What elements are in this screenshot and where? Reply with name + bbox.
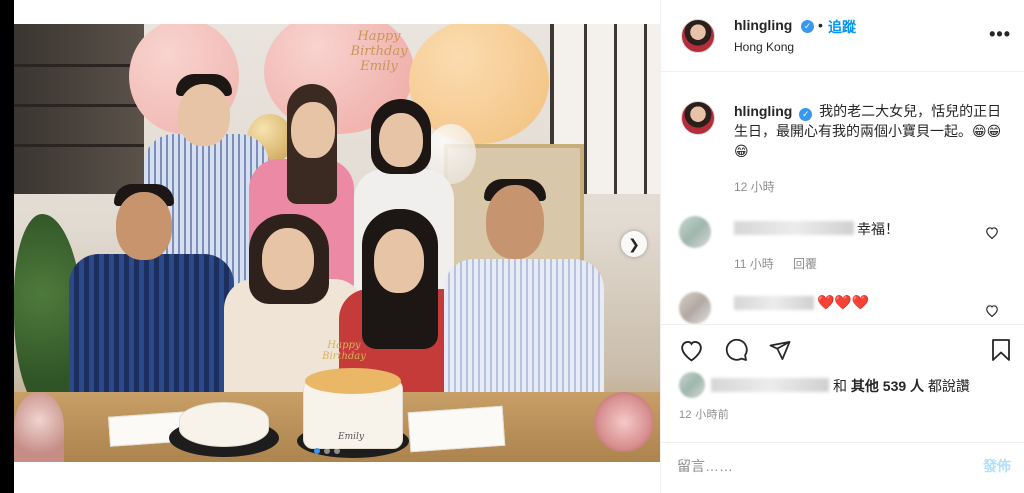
liker-name-redacted bbox=[711, 378, 829, 392]
post-username[interactable]: hlingling bbox=[734, 17, 792, 33]
photo-flowers-left bbox=[14, 392, 64, 462]
carousel-dot bbox=[324, 448, 330, 454]
photo-paper-right bbox=[407, 405, 506, 453]
liker-avatar[interactable] bbox=[679, 372, 705, 398]
post-actions bbox=[661, 324, 1024, 374]
likes-prefix: 和 bbox=[833, 378, 851, 394]
likes-others-link[interactable]: 其他 539 人 bbox=[851, 378, 924, 394]
comment-like-heart-icon[interactable] bbox=[985, 226, 999, 242]
bookmark-icon[interactable] bbox=[988, 337, 1014, 363]
photo-shelf bbox=[14, 24, 144, 194]
comment-box: 留言…… 發佈 bbox=[661, 442, 1024, 493]
heart-icon[interactable] bbox=[678, 337, 704, 363]
caption-avatar[interactable] bbox=[681, 101, 715, 135]
person-front-left bbox=[64, 184, 234, 424]
comment-bubble-icon[interactable] bbox=[723, 337, 749, 363]
caption-username[interactable]: hlingling bbox=[734, 103, 792, 119]
header-separator: • bbox=[818, 17, 823, 33]
cake-topper-text: Happy Birthday bbox=[322, 340, 366, 362]
comment-text: ❤️❤️❤️ bbox=[817, 294, 870, 310]
commenter-name-redacted bbox=[734, 221, 854, 235]
carousel-dots bbox=[314, 448, 340, 454]
post-location[interactable]: Hong Kong bbox=[734, 40, 794, 54]
chevron-right-icon: ❯ bbox=[628, 235, 640, 252]
likes-summary: 和 其他 539 人 都說讚 bbox=[833, 376, 970, 396]
caption-timestamp[interactable]: 12 小時 bbox=[734, 178, 775, 195]
verified-badge-icon: ✓ bbox=[801, 20, 814, 33]
paper-plane-icon[interactable] bbox=[767, 337, 793, 363]
post-caption: hlingling ✓ 我的老二大女兒，恬兒的正日生日，最開心有我的兩個小寶貝一… bbox=[734, 101, 1006, 161]
cake-small bbox=[179, 402, 269, 447]
carousel-dot bbox=[334, 448, 340, 454]
commenter-name-redacted bbox=[734, 296, 814, 310]
verified-badge-icon: ✓ bbox=[799, 107, 813, 121]
likes-suffix: 都說讚 bbox=[924, 378, 970, 394]
post-timestamp[interactable]: 12 小時前 bbox=[679, 406, 729, 422]
more-options-icon[interactable]: ••• bbox=[989, 24, 1011, 45]
avatar[interactable] bbox=[681, 19, 715, 53]
commenter-avatar[interactable] bbox=[679, 292, 711, 324]
post-side-panel: hlingling ✓ • 追蹤 Hong Kong ••• hlingling… bbox=[660, 0, 1024, 493]
comment-reply-button[interactable]: 回覆 bbox=[793, 255, 817, 272]
photo-flowers-right bbox=[594, 392, 654, 452]
comment-input[interactable]: 留言…… bbox=[677, 456, 733, 476]
page-left-edge bbox=[0, 0, 14, 493]
balloon-text: Happy Birthday Emily bbox=[350, 29, 408, 74]
post-header: hlingling ✓ • 追蹤 Hong Kong ••• bbox=[661, 0, 1024, 72]
cake-name-text: Emily bbox=[338, 432, 364, 442]
comment-like-heart-icon[interactable] bbox=[985, 304, 999, 320]
carousel-dot-active bbox=[314, 448, 320, 454]
post-photo[interactable]: Happy Birthday Emily Happy Birthday Emil… bbox=[14, 24, 660, 462]
post-comment-button[interactable]: 發佈 bbox=[983, 456, 1011, 476]
comment-timestamp[interactable]: 11 小時 bbox=[734, 255, 774, 272]
commenter-avatar[interactable] bbox=[679, 216, 711, 248]
follow-button[interactable]: 追蹤 bbox=[828, 17, 856, 37]
comment-text: 幸福！ bbox=[857, 221, 899, 237]
carousel-next-button[interactable]: ❯ bbox=[621, 231, 647, 257]
cake-top-decoration bbox=[305, 368, 401, 394]
